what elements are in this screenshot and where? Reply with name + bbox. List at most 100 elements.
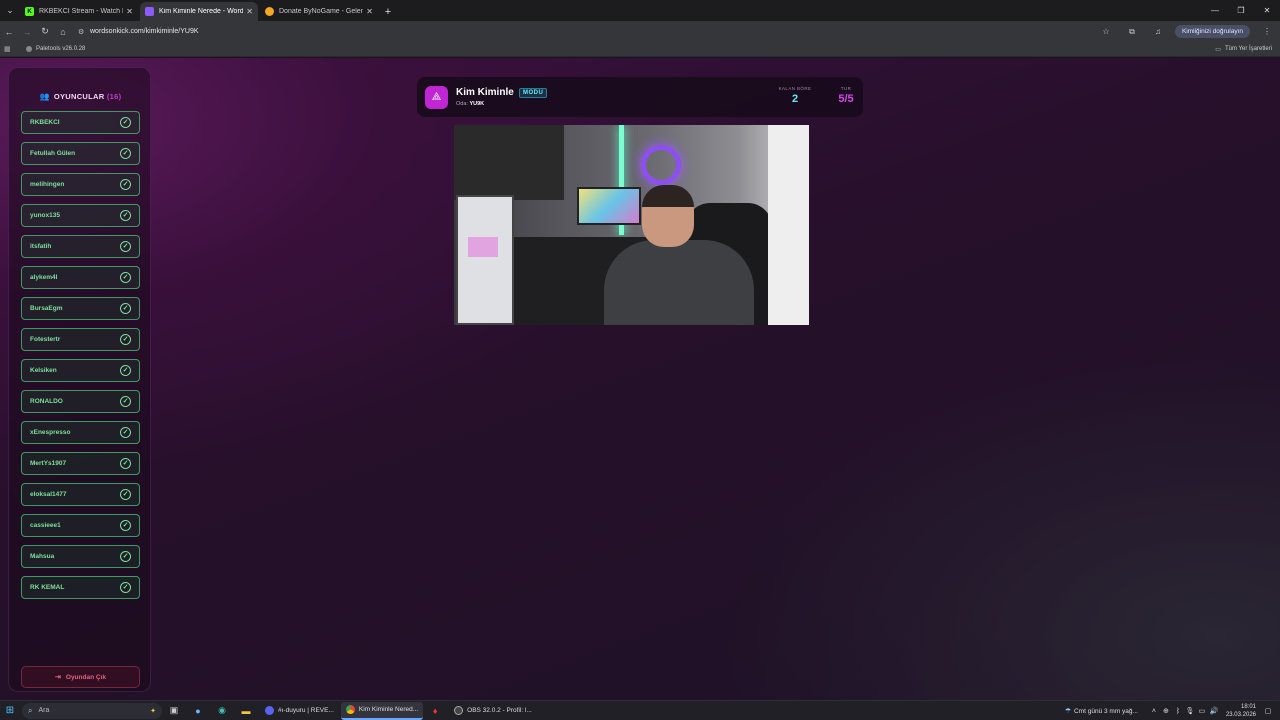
apps-grid-icon[interactable]: ▦ [4,45,18,53]
profile-button[interactable]: Kimliğinizi doğrulayın [1174,25,1250,38]
close-tab-icon[interactable]: ✕ [366,7,373,16]
player-item: Fetullah Gülen ✓ [21,142,140,165]
taskbar-app-obs[interactable]: OBS 32.0.2 - Profil: l... [449,702,537,720]
task-view-icon[interactable]: ▣ [162,705,186,716]
home-button[interactable]: ⌂ [54,21,72,42]
restore-icon[interactable]: ❐ [1228,0,1254,21]
tab-search-icon[interactable]: ⌄ [0,0,20,21]
remaining-label: KALAN BÖRE [778,86,812,91]
streamer-body [604,240,754,325]
check-circle-icon: ✓ [120,210,131,221]
site-info-icon[interactable]: ⚙ [78,28,90,36]
browser-tab-2[interactable]: Kim Kiminle Nerede - Words O ✕ [140,2,258,21]
file-explorer-icon[interactable]: ▬ [234,706,258,716]
round-label: TUR [840,86,852,91]
players-count: (16) [107,92,122,101]
weather-icon: ☂ [1064,708,1072,715]
tray-app-icon[interactable]: ⊕ [1160,707,1172,715]
close-window-icon[interactable]: ✕ [1254,0,1280,21]
check-circle-icon: ✓ [120,303,131,314]
microphone-icon[interactable]: 🎙 [1184,707,1196,715]
weather-text[interactable]: Cmt günü 3 mm yağ... [1074,708,1138,715]
edge-icon[interactable]: ◉ [210,705,234,716]
players-title: OYUNCULAR [53,92,105,101]
player-name: RKBEKCI [30,119,60,126]
menu-icon[interactable]: ⋮ [1254,27,1280,36]
close-tab-icon[interactable]: ✕ [246,7,253,16]
new-tab-button[interactable]: + [380,2,396,21]
back-button[interactable]: ← [0,21,18,42]
game-header-card: ⟁ Kim Kiminle MODU Oda: YU9K KALAN BÖRE … [417,77,863,117]
leave-game-button[interactable]: ⇥ Oyundan Çık [21,666,140,688]
copilot-icon[interactable]: ● [186,706,210,716]
taskbar-app-discord[interactable]: #ı-duyuru | REVE... [260,702,339,720]
game-title: Kim Kiminle [456,87,514,98]
address-bar[interactable]: ⚙ wordsonkick.com/kimkiminle/YU9K [78,24,1128,39]
forward-button[interactable]: → [18,21,36,42]
player-name: RK KEMAL [30,584,65,591]
video-streamer [604,185,754,325]
leave-game-label: Oyundan Çık [65,673,106,681]
check-circle-icon: ✓ [120,582,131,593]
player-name: Mahsua [30,553,55,560]
words-favicon-icon [145,7,154,16]
player-name: itsfatih [30,243,52,250]
taskbar-search[interactable]: ⌕ Ara ✦ [22,702,162,719]
clock[interactable]: 18:01 23.03.2026 [1226,703,1256,719]
notifications-icon[interactable]: ▢ [1262,707,1274,715]
player-list: RKBEKCI ✓ Fetullah Gülen ✓ melihingen ✓ yun… [21,111,140,607]
media-icon[interactable]: ♫ [1145,27,1171,36]
player-item: BursaEgm ✓ [21,297,140,320]
minimize-icon[interactable]: — [1202,0,1228,21]
bluetooth-icon[interactable]: ᛒ [1172,708,1184,715]
clock-date: 23.03.2026 [1225,712,1256,718]
room-label: Oda: [456,101,468,107]
tab-title: Donate ByNoGame - Gelen/Gid [279,8,364,15]
folder-icon: ▭ [1215,46,1221,53]
network-icon[interactable]: ▭ [1196,707,1208,715]
player-name: MertYs1907 [30,460,67,467]
volume-icon[interactable]: 🔊 [1208,707,1220,715]
taskbar-search-placeholder: Ara [38,707,50,714]
chevron-up-icon[interactable]: ˄ [1148,708,1160,715]
player-name: Kelsiken [30,367,57,374]
browser-tab-1[interactable]: K RKBEKCI Stream - Watch Live o ✕ [20,2,138,21]
check-circle-icon: ✓ [120,551,131,562]
player-item: Fotestertr ✓ [21,328,140,351]
discord-icon [265,706,274,715]
player-name: eloksal1477 [30,491,67,498]
close-tab-icon[interactable]: ✕ [126,7,133,16]
reload-button[interactable]: ↻ [36,21,54,42]
player-item: itsfatih ✓ [21,235,140,258]
obs-icon [454,706,464,715]
all-bookmarks-label: Tüm Yer İşaretleri [1224,46,1272,52]
browser-tab-bar: ⌄ K RKBEKCI Stream - Watch Live o ✕ Kim … [0,0,1280,21]
remaining-value: 2 [791,93,799,105]
check-circle-icon: ✓ [120,520,131,531]
chrome-icon [345,705,355,714]
video-window [768,125,809,325]
browser-tab-3[interactable]: Donate ByNoGame - Gelen/Gid ✕ [260,2,378,21]
check-circle-icon: ✓ [120,489,131,500]
all-bookmarks-button[interactable]: ▭ Tüm Yer İşaretleri [1215,46,1272,53]
player-name: RONALDO [30,398,63,405]
bookmark-star-icon[interactable]: ☆ [1093,27,1119,36]
player-name: yunox135 [30,212,60,219]
round-value: 5/5 [838,93,854,105]
video-ring-light [641,145,681,185]
player-item: RK KEMAL ✓ [21,576,140,599]
taskbar-app-chrome[interactable]: Kim Kiminle Nered... [340,701,424,720]
extensions-icon[interactable]: ⧉ [1119,27,1145,37]
start-menu-icon[interactable]: ⊞ [0,705,20,716]
check-circle-icon: ✓ [120,365,131,376]
player-item: yunox135 ✓ [21,204,140,227]
player-name: melihingen [30,181,65,188]
bookmark-item[interactable]: Paletools v26.0.28 [26,46,85,52]
player-item: eloksal1477 ✓ [21,483,140,506]
red-app-icon[interactable]: ♦ [423,706,447,716]
player-item: RKBEKCI ✓ [21,111,140,134]
logout-icon: ⇥ [55,674,61,681]
check-circle-icon: ✓ [120,396,131,407]
search-icon: ⌕ [28,705,33,715]
check-circle-icon: ✓ [120,334,131,345]
